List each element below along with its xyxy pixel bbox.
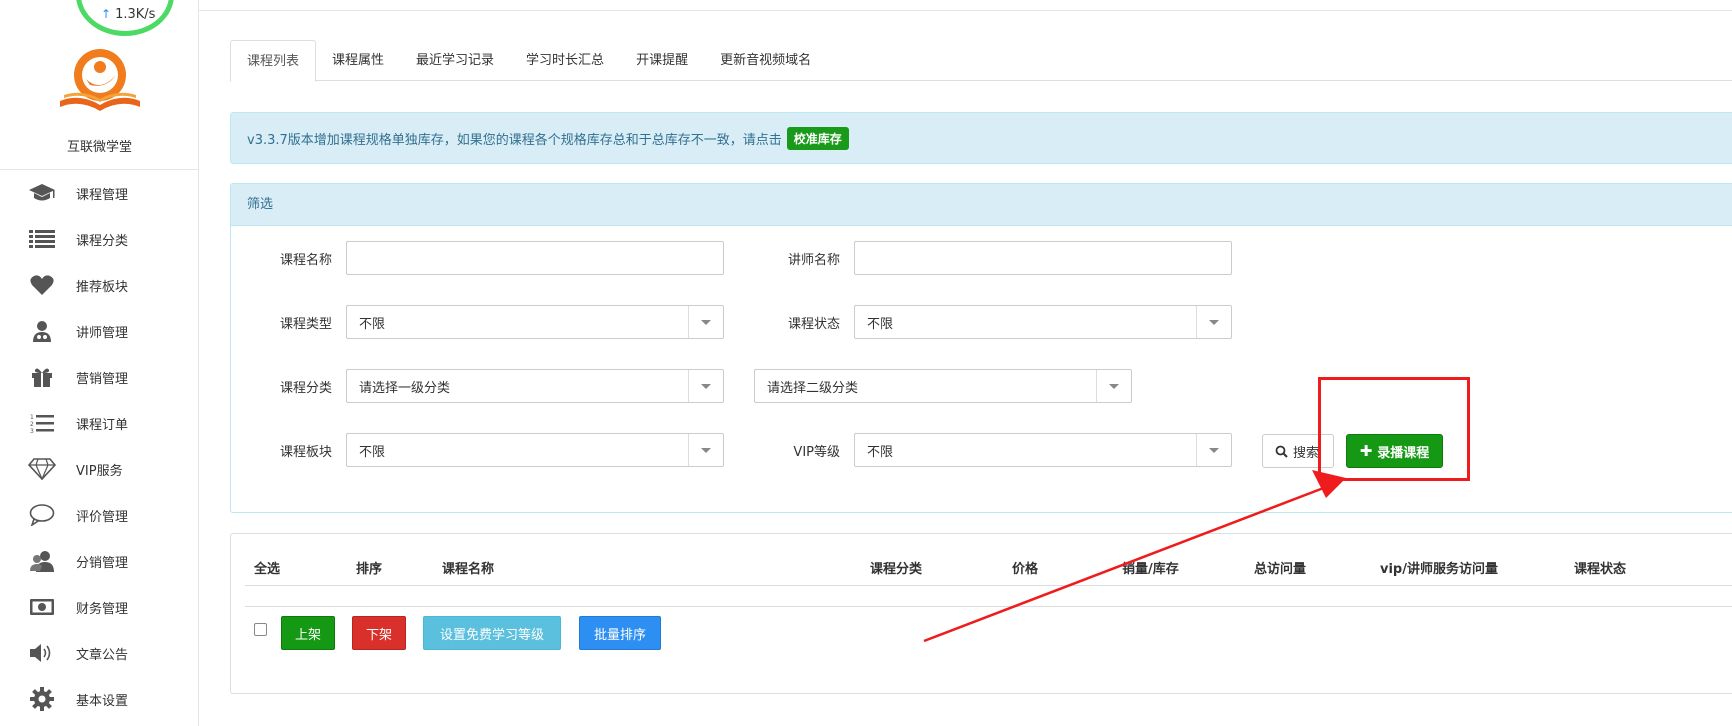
caret-down-icon (1109, 384, 1119, 389)
vip-level-label: VIP等级 (793, 445, 840, 460)
list-ol-icon: 123 (28, 410, 56, 436)
course-status-label: 课程状态 (787, 317, 840, 332)
batch-sort-button[interactable]: 批量排序 (579, 616, 661, 650)
col-vip-teacher-visits: vip/讲师服务访问量 (1380, 562, 1498, 577)
teacher-name-label: 讲师名称 (787, 253, 840, 268)
svg-text:3: 3 (30, 428, 34, 434)
sidebar-item-recommend-block[interactable]: 推荐板块 (0, 262, 199, 308)
col-select-all[interactable]: 全选 (254, 558, 280, 577)
money-icon (28, 594, 56, 620)
col-total-visits: 总访问量 (1254, 562, 1307, 577)
filter-panel-title: 筛选 (231, 184, 1732, 226)
gear-icon (28, 686, 56, 712)
sidebar-item-reviews[interactable]: 评价管理 (0, 492, 199, 538)
sidebar-item-finance[interactable]: 财务管理 (0, 584, 199, 630)
calibrate-stock-button[interactable]: 校准库存 (786, 126, 849, 150)
sidebar-item-settings[interactable]: 基本设置 (0, 676, 199, 722)
graduation-cap-icon (28, 180, 56, 206)
sidebar-item-marketing[interactable]: 营销管理 (0, 354, 199, 400)
brand-logo (60, 49, 140, 111)
brand-name: 互联微学堂 (66, 140, 132, 155)
select-all-checkbox[interactable] (254, 623, 267, 636)
col-course-name: 课程名称 (442, 562, 495, 577)
course-type-select[interactable]: 不限 (346, 305, 724, 339)
col-course-status: 课程状态 (1574, 562, 1627, 577)
svg-text:2: 2 (30, 421, 34, 428)
course-name-input[interactable] (346, 241, 724, 275)
table-row-divider (245, 606, 1732, 607)
user-md-icon (28, 318, 56, 344)
sidebar-item-course-category[interactable]: 课程分类 (0, 216, 199, 262)
col-price: 价格 (1012, 562, 1039, 577)
course-type-label: 课程类型 (279, 317, 332, 332)
set-free-level-button[interactable]: 设置免费学习等级 (423, 616, 561, 650)
tab-update-media-domain[interactable]: 更新音视频域名 (704, 40, 827, 81)
course-status-select[interactable]: 不限 (854, 305, 1232, 339)
caret-down-icon (701, 384, 711, 389)
course-block-label: 课程板块 (279, 445, 332, 460)
sidebar-item-teacher-management[interactable]: 讲师管理 (0, 308, 199, 354)
sidebar-item-distribution[interactable]: 分销管理 (0, 538, 199, 584)
shelve-button[interactable]: 上架 (281, 616, 335, 650)
unshelve-button[interactable]: 下架 (352, 616, 406, 650)
heart-icon (28, 272, 56, 298)
col-sort: 排序 (356, 562, 383, 577)
info-alert: v3.3.7版本增加课程规格单独库存，如果您的课程各个规格库存总和于总库存不一致… (230, 112, 1732, 164)
highlight-annotation-box (1318, 377, 1470, 481)
category-level2-select[interactable]: 请选择二级分类 (754, 369, 1132, 403)
sidebar-menu: 课程管理 课程分类 推荐板块 讲师管理 营销管理 1 2 3 课程订单 VIP服… (0, 170, 199, 722)
network-speed-widget: ↑ 1.3K/s (76, 0, 174, 36)
tab-course-reminder[interactable]: 开课提醒 (620, 40, 704, 81)
col-course-category: 课程分类 (870, 562, 923, 577)
sidebar-item-articles[interactable]: 文章公告 (0, 630, 199, 676)
users-icon (28, 548, 56, 574)
volume-icon (28, 640, 56, 666)
teacher-name-input[interactable] (854, 241, 1232, 275)
sidebar-item-course-management[interactable]: 课程管理 (0, 170, 199, 216)
svg-text:1: 1 (30, 414, 34, 421)
table-header-divider (245, 585, 1732, 586)
tab-bar: 课程列表 课程属性 最近学习记录 学习时长汇总 开课提醒 更新音视频域名 (230, 40, 1732, 82)
sidebar-item-vip-service[interactable]: VIP服务 (0, 446, 199, 492)
alert-text: v3.3.7版本增加课程规格单独库存，如果您的课程各个规格库存总和于总库存不一致… (247, 132, 782, 148)
diamond-icon (28, 456, 56, 482)
top-divider (199, 10, 1732, 11)
search-icon (1275, 445, 1288, 458)
comment-icon (28, 502, 56, 528)
upload-arrow-icon: ↑ (101, 7, 112, 21)
vip-level-select[interactable]: 不限 (854, 433, 1232, 467)
tab-course-attributes[interactable]: 课程属性 (316, 40, 400, 81)
network-speed-value: 1.3K/s (115, 7, 156, 22)
caret-down-icon (701, 320, 711, 325)
caret-down-icon (701, 448, 711, 453)
caret-down-icon (1209, 320, 1219, 325)
tab-recent-learning[interactable]: 最近学习记录 (400, 40, 510, 81)
sidebar-item-course-orders[interactable]: 123 课程订单 (0, 400, 199, 446)
course-name-label: 课程名称 (279, 253, 332, 268)
caret-down-icon (1209, 448, 1219, 453)
tab-learning-duration[interactable]: 学习时长汇总 (510, 40, 620, 81)
list-icon (28, 226, 56, 252)
course-category-label: 课程分类 (279, 381, 332, 396)
sidebar: ↑ 1.3K/s 互联微学堂 课程管理 课程分类 推荐板块 讲师管理 营销管理 … (0, 0, 199, 726)
gift-icon (28, 364, 56, 390)
col-sales-stock: 销量/库存 (1122, 562, 1179, 577)
tab-course-list[interactable]: 课程列表 (230, 40, 317, 82)
course-block-select[interactable]: 不限 (346, 433, 724, 467)
category-level1-select[interactable]: 请选择一级分类 (346, 369, 724, 403)
